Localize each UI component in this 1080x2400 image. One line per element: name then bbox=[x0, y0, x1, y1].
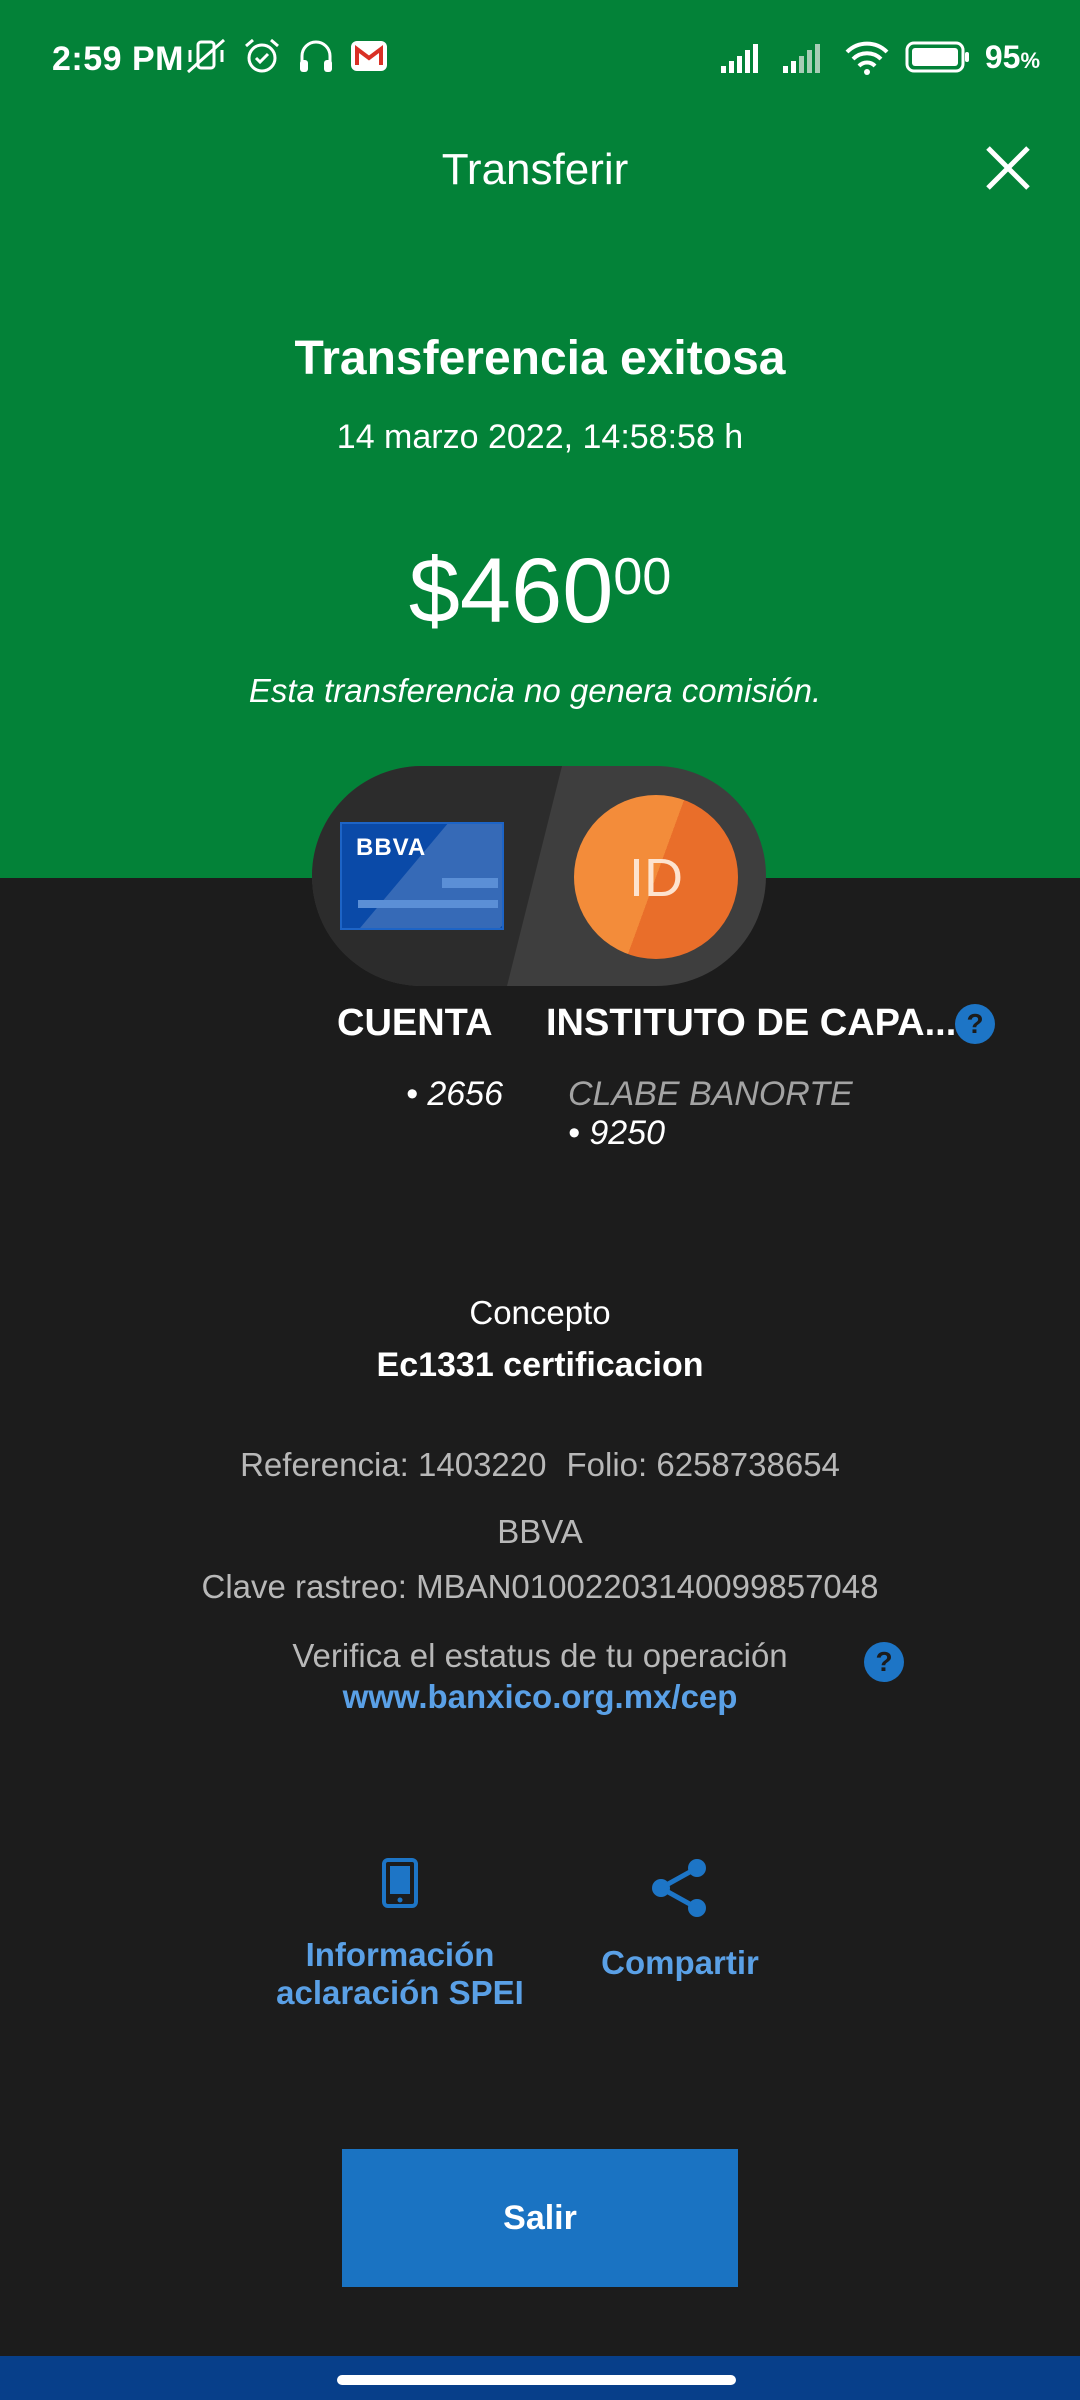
phone-info-icon bbox=[382, 1858, 418, 1908]
card-logo: BBVA bbox=[356, 834, 427, 861]
accounts-pill: BBVA ID bbox=[312, 766, 766, 986]
tracking-key: Clave rastreo: MBAN01002203140099857048 bbox=[201, 1568, 879, 1605]
concept-value: Ec1331 certificacion bbox=[376, 1346, 704, 1384]
transfer-amount: $46000 bbox=[0, 545, 1080, 637]
amount-cents: 00 bbox=[613, 548, 672, 606]
spei-info-button[interactable]: Información aclaración SPEI bbox=[260, 1858, 540, 2012]
status-right-icons: 95% bbox=[719, 38, 1040, 76]
recipient-initials: ID bbox=[629, 848, 683, 908]
vibrate-off-icon bbox=[187, 38, 225, 74]
home-indicator[interactable] bbox=[337, 2375, 736, 2385]
transfer-date: 14 marzo 2022, 14:58:58 h bbox=[336, 418, 744, 456]
verify-status-text: Verifica el estatus de tu operación bbox=[292, 1637, 788, 1674]
recipient-account-number: • 9250 bbox=[568, 1114, 665, 1152]
source-account-number: • 2656 bbox=[406, 1075, 503, 1113]
reference-line: Referencia: 1403220 Folio: 6258738654 bbox=[0, 1446, 1080, 1484]
gmail-icon bbox=[351, 41, 387, 71]
share-button[interactable]: Compartir bbox=[580, 1858, 780, 1982]
status-bar: 2:59 PM 95% bbox=[0, 0, 1080, 120]
help-icon[interactable]: ? bbox=[864, 1642, 904, 1682]
folio-number: Folio: 6258738654 bbox=[566, 1446, 840, 1483]
concept-label: Concepto bbox=[469, 1294, 611, 1331]
source-account-label: CUENTA bbox=[337, 1002, 493, 1044]
share-label: Compartir bbox=[601, 1944, 759, 1981]
alarm-icon bbox=[245, 38, 279, 73]
bank-name: BBVA bbox=[497, 1513, 583, 1550]
close-button[interactable] bbox=[980, 140, 1036, 196]
headset-icon bbox=[300, 40, 332, 72]
status-time: 2:59 PM bbox=[52, 40, 184, 78]
reference-number: Referencia: 1403220 bbox=[240, 1446, 547, 1483]
amount-main: $460 bbox=[408, 540, 614, 642]
page-title: Transferir bbox=[441, 145, 629, 194]
recipient-avatar: ID bbox=[574, 795, 738, 959]
commission-note: Esta transferencia no genera comisión. bbox=[248, 672, 822, 709]
wifi-icon bbox=[845, 41, 889, 75]
share-icon bbox=[652, 1859, 706, 1917]
battery-percentage: 95% bbox=[984, 38, 1040, 75]
recipient-bank: CLABE BANORTE bbox=[568, 1075, 853, 1113]
recipient-name: INSTITUTO DE CAPA... bbox=[546, 1002, 957, 1044]
spei-label-line2: aclaración SPEI bbox=[276, 1974, 524, 2011]
banxico-cep-link[interactable]: www.banxico.org.mx/cep bbox=[0, 1678, 1080, 1716]
spei-label-line1: Información bbox=[305, 1936, 495, 1973]
status-left-icons bbox=[184, 36, 388, 76]
success-title: Transferencia exitosa bbox=[294, 332, 786, 385]
bbva-card-icon: BBVA bbox=[340, 822, 504, 930]
close-icon bbox=[986, 146, 1030, 190]
exit-button[interactable]: Salir bbox=[342, 2149, 738, 2287]
signal-icon bbox=[782, 44, 820, 73]
help-icon[interactable]: ? bbox=[955, 1004, 995, 1044]
signal-icon bbox=[720, 44, 758, 73]
battery-icon bbox=[905, 41, 969, 73]
